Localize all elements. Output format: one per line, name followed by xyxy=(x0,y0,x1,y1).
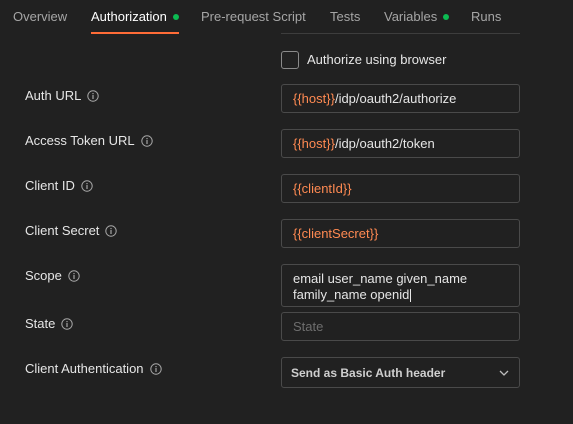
variable-token: {{clientId}} xyxy=(293,181,352,196)
info-icon[interactable] xyxy=(105,224,118,237)
variable-token: {{host}} xyxy=(293,91,335,106)
info-icon[interactable] xyxy=(87,89,100,102)
label-text: Access Token URL xyxy=(25,133,135,148)
state-placeholder: State xyxy=(293,319,324,334)
state-input[interactable]: State xyxy=(281,312,520,341)
client-auth-select[interactable]: Send as Basic Auth header xyxy=(281,357,520,388)
access-token-url-input[interactable]: {{host}}/idp/oauth2/token xyxy=(281,129,520,158)
tab-authorization[interactable]: Authorization xyxy=(91,0,179,34)
tab-label: Variables xyxy=(384,9,438,24)
status-dot xyxy=(443,13,450,20)
info-icon[interactable] xyxy=(61,317,74,330)
client-secret-label: Client Secret xyxy=(25,223,118,238)
status-dot xyxy=(172,13,179,20)
tab-variables[interactable]: Variables xyxy=(384,0,450,34)
label-text: Scope xyxy=(25,268,62,283)
authorize-browser-row: Authorize using browser xyxy=(281,50,446,69)
tab-label: Authorization xyxy=(91,9,167,24)
variable-token: {{host}} xyxy=(293,136,335,151)
client-auth-label: Client Authentication xyxy=(25,361,162,376)
label-text: Client Authentication xyxy=(25,361,144,376)
active-tab-indicator xyxy=(91,32,179,34)
scope-line-text: family_name openid xyxy=(293,287,410,302)
scope-line: email user_name given_name xyxy=(293,271,468,286)
tab-label: Runs xyxy=(471,9,502,24)
label-text: Client ID xyxy=(25,178,75,193)
scope-textarea[interactable]: email user_name given_name family_name o… xyxy=(281,264,520,307)
client-secret-input[interactable]: {{clientSecret}} xyxy=(281,219,520,248)
url-path: /idp/oauth2/authorize xyxy=(334,91,457,106)
info-icon[interactable] xyxy=(140,134,153,147)
auth-url-label: Auth URL xyxy=(25,88,100,103)
divider xyxy=(281,33,520,34)
variable-token: {{clientSecret}} xyxy=(293,226,379,241)
info-icon[interactable] xyxy=(68,269,80,282)
client-id-input[interactable]: {{clientId}} xyxy=(281,174,520,203)
tab-pre-request-script[interactable]: Pre-request Script xyxy=(201,0,306,34)
auth-url-input[interactable]: {{host}}/idp/oauth2/authorize xyxy=(281,84,520,113)
url-path: /idp/oauth2/token xyxy=(334,136,435,151)
tab-runs[interactable]: Runs xyxy=(471,0,501,34)
tab-bar: Overview Authorization Pre-request Scrip… xyxy=(0,0,573,34)
authorize-browser-label[interactable]: Authorize using browser xyxy=(307,52,446,67)
client-auth-value: Send as Basic Auth header xyxy=(291,365,446,380)
access-token-url-label: Access Token URL xyxy=(25,133,153,148)
label-text: Client Secret xyxy=(25,223,100,238)
authorize-browser-checkbox[interactable] xyxy=(281,50,299,69)
text-caret xyxy=(410,289,412,303)
label-text: State xyxy=(25,316,56,331)
info-icon[interactable] xyxy=(81,179,93,192)
tab-overview[interactable]: Overview xyxy=(13,0,67,34)
client-id-label: Client ID xyxy=(25,178,93,193)
info-icon[interactable] xyxy=(149,362,162,375)
tab-label: Pre-request Script xyxy=(201,9,306,24)
label-text: Auth URL xyxy=(25,88,82,103)
state-label: State xyxy=(25,316,74,331)
scope-label: Scope xyxy=(25,268,80,283)
scope-line-2: family_name openid xyxy=(293,287,508,303)
tab-label: Overview xyxy=(13,9,68,24)
chevron-down-icon xyxy=(498,367,510,379)
tab-tests[interactable]: Tests xyxy=(330,0,360,34)
tab-label: Tests xyxy=(330,9,361,24)
